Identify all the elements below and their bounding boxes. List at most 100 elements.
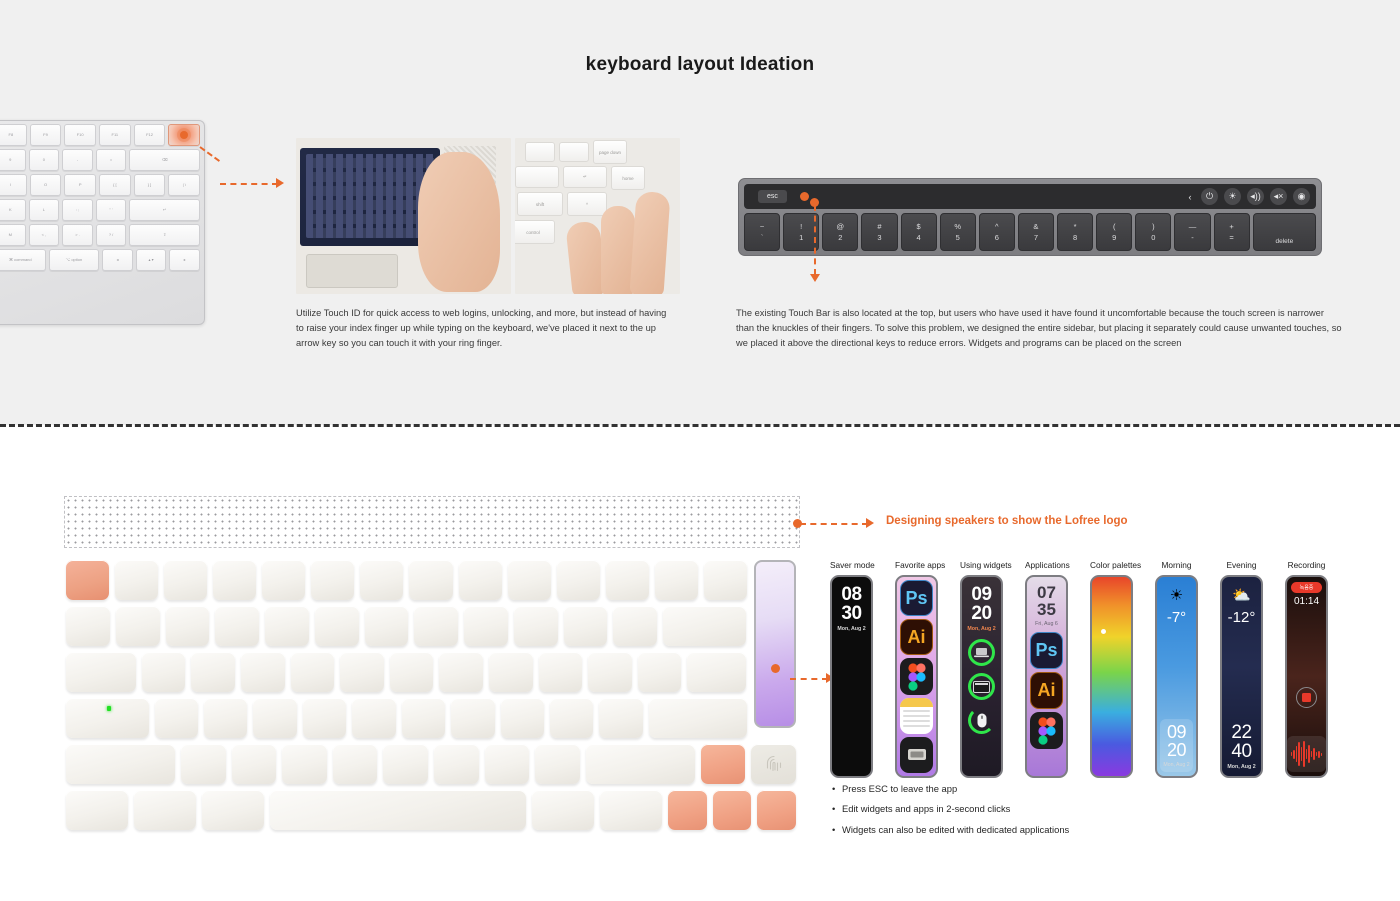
key-option-right[interactable] <box>599 790 662 830</box>
key[interactable] <box>253 698 297 738</box>
key-tab[interactable] <box>66 652 136 692</box>
tb-key[interactable]: #3 <box>861 213 898 251</box>
key-backslash[interactable] <box>687 652 747 692</box>
brightness-icon[interactable]: ☀ <box>1224 188 1241 205</box>
key[interactable] <box>340 652 384 692</box>
notes-icon[interactable] <box>900 697 933 734</box>
key[interactable] <box>165 606 210 646</box>
touch-id-key[interactable] <box>168 124 201 146</box>
key[interactable] <box>414 606 459 646</box>
tb-key-delete[interactable]: delete <box>1252 213 1317 251</box>
key[interactable] <box>154 698 198 738</box>
key-arrow-left[interactable] <box>667 790 707 830</box>
key[interactable] <box>389 652 434 692</box>
key[interactable] <box>215 606 260 646</box>
key[interactable] <box>311 560 355 600</box>
key[interactable] <box>364 606 409 646</box>
tb-key[interactable]: $4 <box>900 213 937 251</box>
volume-mute-icon[interactable]: ◂× <box>1270 188 1287 205</box>
key[interactable] <box>563 606 608 646</box>
key[interactable] <box>489 652 533 692</box>
power-icon[interactable]: ⏻ <box>1201 188 1218 205</box>
palette-selector-dot[interactable] <box>1101 629 1106 634</box>
key[interactable] <box>513 606 558 646</box>
tb-key[interactable]: & 7 <box>1017 213 1054 251</box>
key-return[interactable] <box>648 698 747 738</box>
key[interactable] <box>282 744 327 784</box>
widget-morning-weather[interactable]: ☀ -7° 09 20 Mon, Aug 2 <box>1155 575 1198 778</box>
key[interactable] <box>332 744 378 784</box>
tb-key[interactable]: (9 <box>1096 213 1133 251</box>
widget-favorite-apps[interactable]: Ps Ai <box>895 575 938 778</box>
key[interactable] <box>556 560 600 600</box>
tb-key[interactable]: ^ 6 <box>978 213 1015 251</box>
volume-up-icon[interactable]: ◂)) <box>1247 188 1264 205</box>
key[interactable] <box>262 560 306 600</box>
key[interactable] <box>550 698 594 738</box>
key[interactable] <box>439 652 484 692</box>
key[interactable] <box>352 698 396 738</box>
key[interactable] <box>241 652 285 692</box>
key-shift-right[interactable] <box>585 744 695 784</box>
tb-key[interactable]: ~ ` <box>744 213 781 251</box>
key-control[interactable] <box>134 790 196 830</box>
widget-saver-mode[interactable]: 08 30 Mon, Aug 2 <box>830 575 873 778</box>
key[interactable] <box>141 652 186 692</box>
widget-evening-weather[interactable]: ⛅ -12° 22 40 Mon, Aug 2 <box>1220 575 1263 778</box>
key[interactable] <box>265 606 309 646</box>
key[interactable] <box>401 698 446 738</box>
key[interactable] <box>654 560 698 600</box>
key[interactable] <box>637 652 682 692</box>
key[interactable] <box>115 560 159 600</box>
key-command-right[interactable] <box>531 790 594 830</box>
figma-icon[interactable] <box>1030 712 1063 749</box>
key[interactable] <box>383 744 428 784</box>
sidebar-touch-strip[interactable] <box>754 560 796 728</box>
laptop-icon[interactable] <box>968 639 995 666</box>
key[interactable] <box>181 744 226 784</box>
key[interactable] <box>605 560 649 600</box>
tb-key[interactable]: % 5 <box>939 213 976 251</box>
key[interactable] <box>458 560 502 600</box>
widget-recording[interactable]: 녹음중 01:14 <box>1285 575 1328 778</box>
key-arrow-right[interactable] <box>757 790 796 830</box>
key-capslock[interactable] <box>66 698 149 738</box>
key[interactable] <box>164 560 208 600</box>
key[interactable] <box>588 652 632 692</box>
key-delete[interactable] <box>663 606 747 646</box>
finder-icon[interactable] <box>900 736 933 773</box>
key-arrow-up[interactable] <box>700 744 746 784</box>
key[interactable] <box>231 744 277 784</box>
illustrator-icon[interactable]: Ai <box>900 619 933 656</box>
key[interactable] <box>290 652 335 692</box>
tb-key[interactable]: — - <box>1174 213 1211 251</box>
key[interactable] <box>538 652 583 692</box>
key-arrow-down[interactable] <box>712 790 752 830</box>
widget-color-palettes[interactable] <box>1090 575 1133 778</box>
tb-key[interactable]: ) 0 <box>1135 213 1172 251</box>
widget-applications[interactable]: 07 35 Fri, Aug 6 Ps Ai <box>1025 575 1068 778</box>
key[interactable] <box>434 744 479 784</box>
key-option[interactable] <box>202 790 264 830</box>
stop-button[interactable] <box>1296 687 1317 708</box>
key-shift-left[interactable] <box>66 744 176 784</box>
siri-icon[interactable]: ◉ <box>1293 188 1310 205</box>
key-space[interactable] <box>270 790 526 830</box>
mouse-icon[interactable] <box>968 707 995 734</box>
key[interactable] <box>500 698 545 738</box>
photoshop-icon[interactable]: Ps <box>1030 632 1063 669</box>
illustrator-icon[interactable]: Ai <box>1030 672 1063 709</box>
figma-icon[interactable] <box>900 658 933 695</box>
key-touch-id[interactable] <box>751 744 796 784</box>
key[interactable] <box>451 698 495 738</box>
window-icon[interactable] <box>968 673 995 700</box>
key-esc[interactable] <box>66 560 110 600</box>
key[interactable] <box>360 560 404 600</box>
key[interactable] <box>213 560 257 600</box>
key[interactable] <box>191 652 235 692</box>
key[interactable] <box>484 744 530 784</box>
key[interactable] <box>535 744 580 784</box>
key[interactable] <box>409 560 453 600</box>
chevron-left-icon[interactable]: ‹ <box>1185 188 1195 205</box>
widget-using-widgets[interactable]: 09 20 Mon, Aug 2 <box>960 575 1003 778</box>
